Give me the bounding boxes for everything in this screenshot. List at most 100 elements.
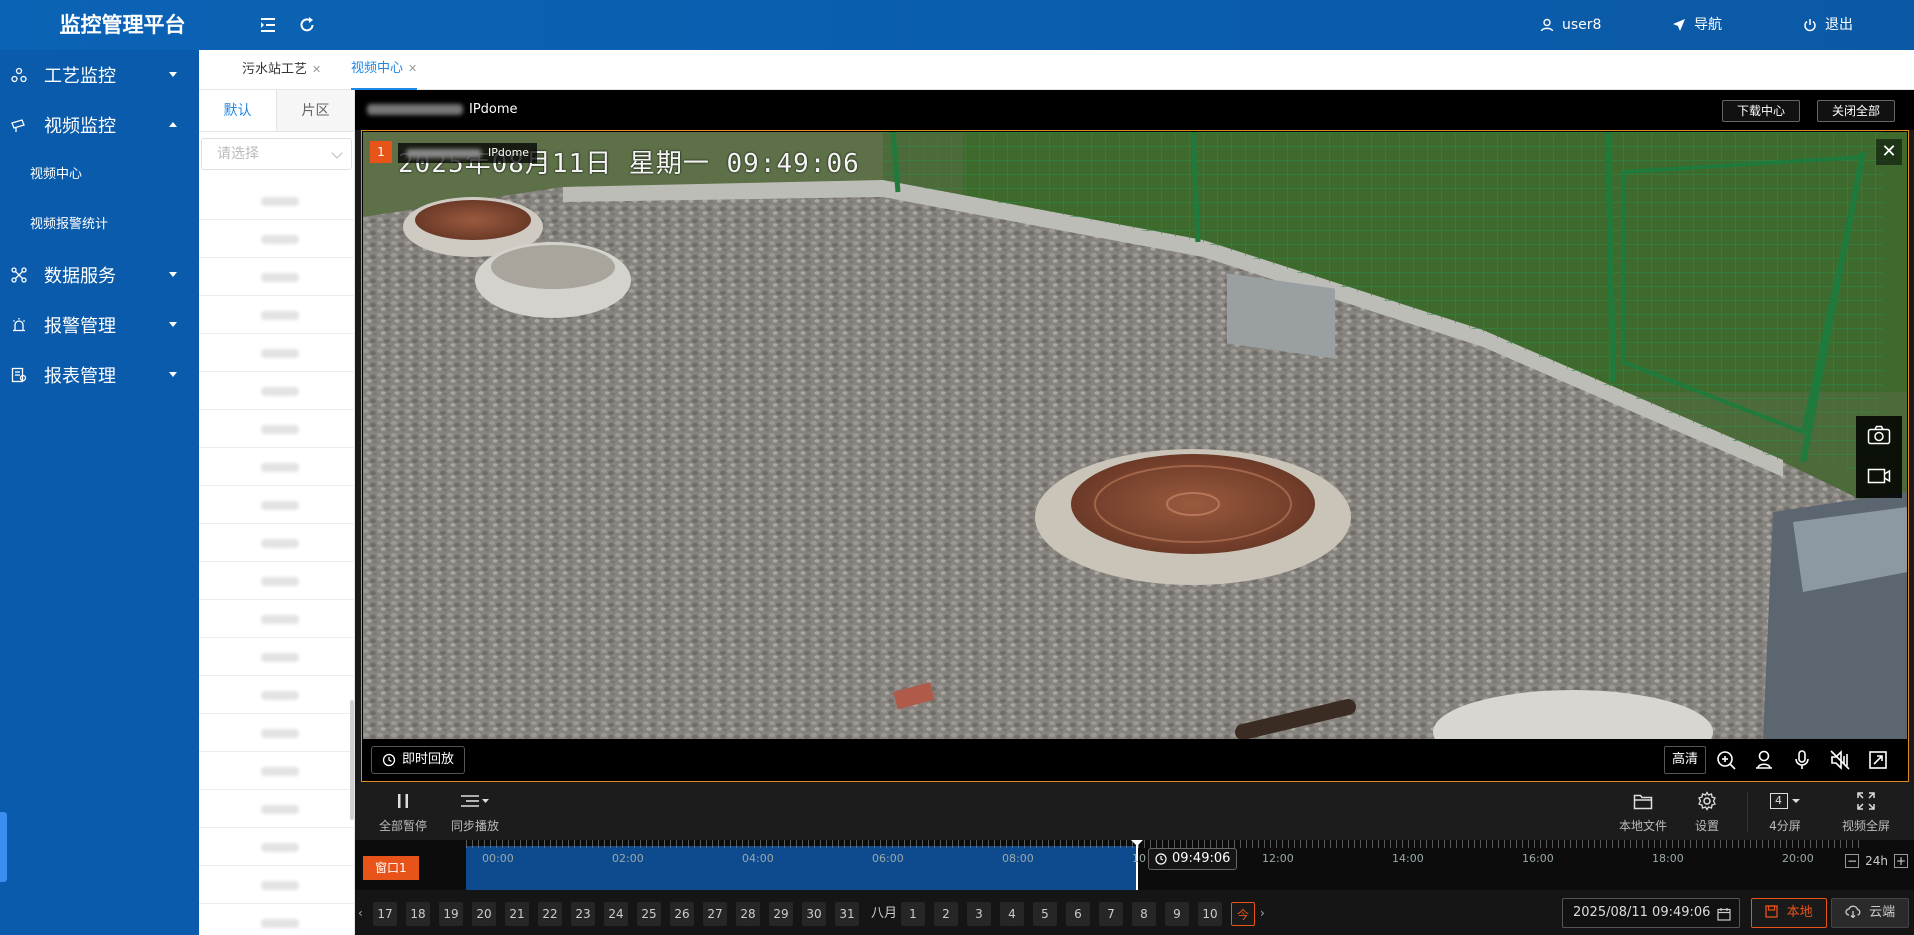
nav-link[interactable]: 导航	[1672, 0, 1722, 50]
device-list-item[interactable]	[199, 486, 355, 524]
sidebar-scroll-handle[interactable]	[0, 812, 7, 882]
date-chip[interactable]: 21	[505, 902, 529, 926]
video-fullscreen-button[interactable]: 视频全屏	[1835, 788, 1897, 834]
date-chip[interactable]: 3	[967, 902, 991, 926]
window-fullscreen-icon[interactable]	[1866, 748, 1890, 772]
device-list-item[interactable]	[199, 828, 355, 866]
device-list-item[interactable]	[199, 448, 355, 486]
device-list-item[interactable]	[199, 562, 355, 600]
chevron-right-icon[interactable]: ›	[1260, 906, 1265, 920]
sidebar-item-data[interactable]: 数据服务	[0, 250, 199, 300]
date-chip[interactable]: 5	[1033, 902, 1057, 926]
date-chip[interactable]: 31	[835, 902, 859, 926]
device-list-item[interactable]	[199, 296, 355, 334]
device-list-item[interactable]	[199, 904, 355, 935]
date-bar: ‹ 2025/08/11 09:49:06 本地 云端 17 18 19 20 21 22…	[355, 890, 1914, 935]
sidebar-item-video[interactable]: 视频监控	[0, 100, 199, 150]
user-menu[interactable]: user8	[1540, 0, 1601, 50]
timeline-cursor[interactable]	[1136, 840, 1138, 890]
date-chip[interactable]: 2	[934, 902, 958, 926]
microphone-icon[interactable]	[1790, 748, 1814, 772]
device-list-item[interactable]	[199, 334, 355, 372]
local-storage-button[interactable]: 本地	[1751, 898, 1827, 928]
sync-play-button[interactable]: 同步播放	[443, 788, 507, 834]
cloud-storage-button[interactable]: 云端	[1831, 898, 1909, 928]
date-chip[interactable]: 28	[736, 902, 760, 926]
date-chip[interactable]: 24	[604, 902, 628, 926]
tab-default[interactable]: 默认	[199, 90, 276, 131]
local-file-button[interactable]: 本地文件	[1611, 788, 1675, 834]
ptz-control-icon[interactable]	[1752, 748, 1776, 772]
sidebar-subitem-video-alarm-stats[interactable]: 视频报警统计	[0, 200, 199, 250]
refresh-icon[interactable]	[297, 15, 317, 35]
device-list-item[interactable]	[199, 676, 355, 714]
date-chip[interactable]: 22	[538, 902, 562, 926]
close-all-button[interactable]: 关闭全部	[1817, 100, 1896, 122]
date-chip[interactable]: 29	[769, 902, 793, 926]
device-list-item[interactable]	[199, 866, 355, 904]
tab-process[interactable]: 污水站工艺 ✕	[242, 50, 321, 90]
zoom-in-icon[interactable]	[1714, 748, 1738, 772]
today-button[interactable]: 今	[1231, 902, 1255, 926]
download-center-button[interactable]: 下载中心	[1722, 100, 1801, 122]
device-list-item[interactable]	[199, 524, 355, 562]
timeline-track[interactable]: 09:49:06 00:00 02:00 04:00 06:00 08:00 10 12:0…	[466, 840, 1861, 890]
date-chip[interactable]: 23	[571, 902, 595, 926]
date-chip[interactable]: 19	[439, 902, 463, 926]
date-chip[interactable]: 17	[373, 902, 397, 926]
zoom-out-icon[interactable]: −	[1845, 854, 1860, 868]
device-list-scrollbar[interactable]	[350, 700, 354, 820]
device-list-item[interactable]	[199, 752, 355, 790]
sidebar-item-report[interactable]: 报表管理	[0, 350, 199, 400]
device-list-item[interactable]	[199, 410, 355, 448]
datetime-picker[interactable]: 2025/08/11 09:49:06	[1562, 898, 1740, 928]
quality-button[interactable]: 高清	[1664, 746, 1706, 774]
pause-all-button[interactable]: 全部暂停	[373, 788, 433, 834]
sidebar-item-alarm[interactable]: 报警管理	[0, 300, 199, 350]
camera-snapshot-icon[interactable]	[1867, 425, 1891, 449]
device-list-item[interactable]	[199, 714, 355, 752]
instant-replay-button[interactable]: 即时回放	[371, 746, 466, 774]
device-list-item[interactable]	[199, 182, 355, 220]
sidebar-item-process[interactable]: 工艺监控	[0, 50, 199, 100]
logout-link[interactable]: 退出	[1803, 0, 1853, 50]
settings-button[interactable]: 设置	[1683, 788, 1731, 834]
device-list-item[interactable]	[199, 790, 355, 828]
date-chip[interactable]: 6	[1066, 902, 1090, 926]
window-tag[interactable]: 窗口1	[363, 856, 419, 880]
chevron-left-icon[interactable]: ‹	[358, 906, 363, 920]
menu-toggle-icon[interactable]	[258, 15, 278, 35]
device-list-item[interactable]	[199, 220, 355, 258]
date-chip[interactable]: 18	[406, 902, 430, 926]
date-chip[interactable]: 25	[637, 902, 661, 926]
date-chip[interactable]: 26	[670, 902, 694, 926]
date-chip[interactable]: 30	[802, 902, 826, 926]
date-chip[interactable]: 8	[1132, 902, 1156, 926]
logout-label: 退出	[1825, 17, 1853, 33]
close-icon[interactable]: ✕	[1876, 139, 1902, 165]
mute-icon[interactable]	[1828, 748, 1852, 772]
channel-name: IPdome	[469, 102, 518, 117]
date-chip[interactable]: 27	[703, 902, 727, 926]
close-icon[interactable]: ✕	[312, 50, 321, 90]
date-chip[interactable]: 20	[472, 902, 496, 926]
sidebar-subitem-video-center[interactable]: 视频中心	[0, 150, 199, 200]
tab-video-center[interactable]: 视频中心 ✕	[351, 49, 418, 90]
date-chip[interactable]: 1	[901, 902, 925, 926]
date-chip[interactable]: 7	[1099, 902, 1123, 926]
close-icon[interactable]: ✕	[408, 49, 417, 89]
video-window[interactable]: 2025年08月11日 星期一 09:49:06 1 IPdome ✕ 即时回放…	[361, 130, 1909, 782]
split-screen-button[interactable]: 4 4分屏	[1761, 788, 1809, 834]
device-list-item[interactable]	[199, 638, 355, 676]
zoom-in-icon[interactable]: +	[1894, 854, 1908, 868]
device-select[interactable]: 请选择	[201, 138, 352, 170]
device-list-item[interactable]	[199, 600, 355, 638]
device-list-item[interactable]	[199, 372, 355, 410]
date-chip[interactable]: 4	[1000, 902, 1024, 926]
device-list-item[interactable]	[199, 258, 355, 296]
timeline-current-time: 09:49:06	[1148, 848, 1238, 870]
date-chip[interactable]: 9	[1165, 902, 1189, 926]
record-video-icon[interactable]	[1867, 466, 1891, 490]
tab-area[interactable]: 片区	[276, 90, 354, 131]
date-chip[interactable]: 10	[1198, 902, 1222, 926]
